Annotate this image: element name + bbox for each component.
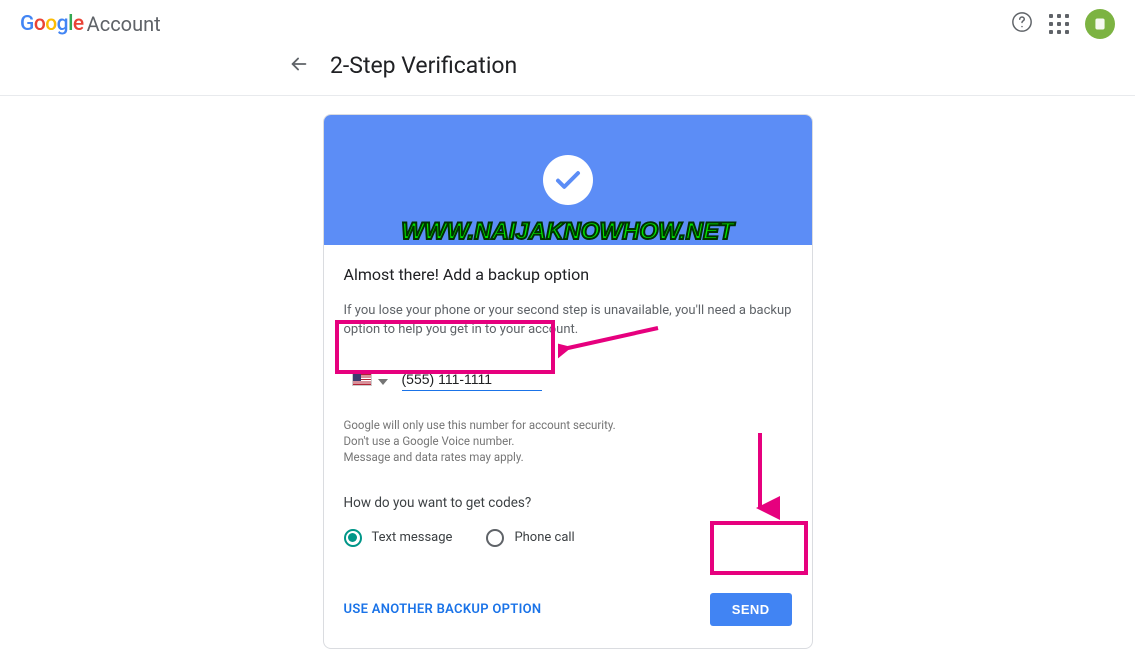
send-button[interactable]: SEND [710, 593, 792, 626]
google-account-logo[interactable]: Google Account [20, 12, 161, 36]
fine-print: Google will only use this number for acc… [344, 417, 792, 465]
country-selector[interactable] [352, 370, 388, 389]
card-body: Almost there! Add a backup option If you… [324, 245, 812, 648]
page-title: 2-Step Verification [330, 52, 517, 79]
phone-number-input[interactable] [402, 368, 542, 391]
avatar[interactable] [1085, 9, 1115, 39]
watermark-overlay: WWW.NAIJAKNOWHOW.NET [401, 218, 733, 246]
fine-print-line: Message and data rates may apply. [344, 449, 792, 465]
card-description: If you lose your phone or your second st… [344, 302, 792, 340]
card-heading: Almost there! Add a backup option [344, 265, 792, 284]
radio-label: Phone call [514, 530, 574, 545]
verification-card: Almost there! Add a backup option If you… [323, 114, 813, 649]
us-flag-icon [352, 373, 372, 386]
check-circle-icon [543, 155, 593, 205]
radio-icon-unselected [486, 529, 504, 547]
radio-text-message[interactable]: Text message [344, 529, 453, 547]
radio-label: Text message [372, 530, 453, 545]
fine-print-line: Don't use a Google Voice number. [344, 433, 792, 449]
fine-print-line: Google will only use this number for acc… [344, 417, 792, 433]
radio-phone-call[interactable]: Phone call [486, 529, 574, 547]
app-header: Google Account [0, 0, 1135, 48]
dropdown-caret-icon [378, 370, 388, 389]
radio-icon-selected [344, 529, 362, 547]
help-icon[interactable] [1011, 11, 1033, 37]
title-row: 2-Step Verification [0, 48, 1135, 95]
back-arrow-icon[interactable] [288, 53, 310, 79]
use-another-option-link[interactable]: USE ANOTHER BACKUP OPTION [344, 602, 542, 617]
header-actions [1011, 9, 1115, 39]
google-logo: Google [20, 12, 84, 36]
delivery-method-question: How do you want to get codes? [344, 495, 792, 511]
phone-input-row [344, 358, 792, 401]
apps-grid-icon[interactable] [1049, 14, 1069, 34]
delivery-method-radios: Text message Phone call [344, 529, 792, 547]
card-footer: USE ANOTHER BACKUP OPTION SEND [344, 593, 792, 626]
account-label: Account [87, 12, 161, 36]
header-divider [0, 95, 1135, 96]
